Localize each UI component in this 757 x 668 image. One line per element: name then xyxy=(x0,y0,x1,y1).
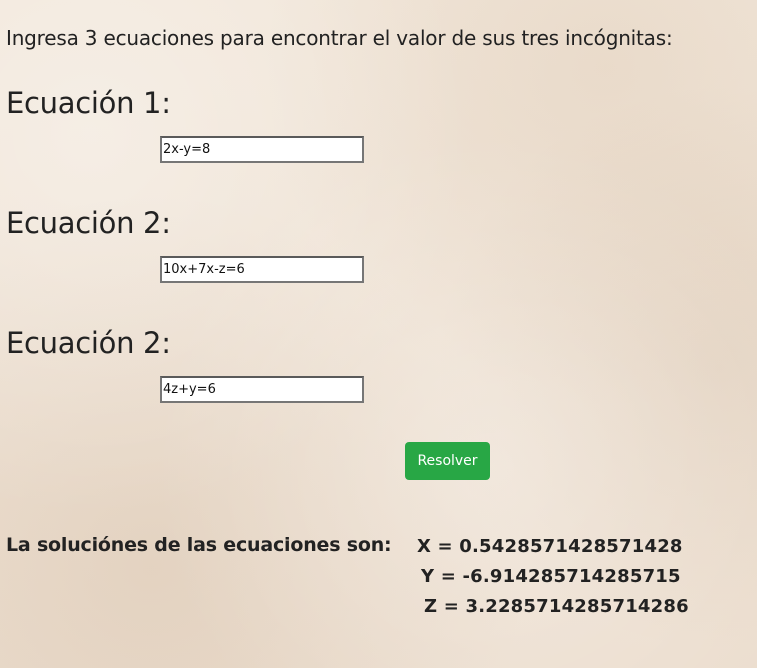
equation-1-input[interactable] xyxy=(160,136,364,163)
equation-3-input[interactable] xyxy=(160,376,364,403)
solve-button[interactable]: Resolver xyxy=(405,442,490,480)
result-z: Z = 3.2285714285714286 xyxy=(424,596,689,617)
result-x: X = 0.5428571428571428 xyxy=(417,536,683,557)
instructions-text: Ingresa 3 ecuaciones para encontrar el v… xyxy=(6,26,673,50)
result-y: Y = -6.914285714285715 xyxy=(421,566,681,587)
equation-2-label: Ecuación 2: xyxy=(6,206,171,240)
equation-3-label: Ecuación 2: xyxy=(6,326,171,360)
equation-2-input[interactable] xyxy=(160,256,364,283)
results-label: La soluciónes de las ecuaciones son: xyxy=(6,534,392,556)
equation-1-label: Ecuación 1: xyxy=(6,86,171,120)
